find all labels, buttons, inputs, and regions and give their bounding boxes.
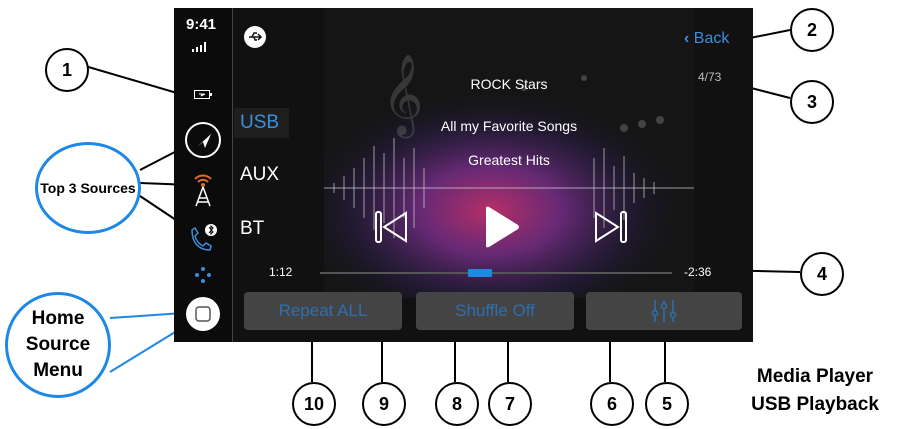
repeat-button[interactable]: Repeat ALL bbox=[244, 292, 402, 330]
signal-icon bbox=[192, 42, 206, 52]
callout-2: 2 bbox=[790, 8, 834, 52]
back-button[interactable]: ‹ Back bbox=[684, 30, 729, 48]
previous-track-icon[interactable] bbox=[372, 208, 410, 246]
caption-line-2: USB Playback bbox=[751, 394, 879, 415]
navigation-icon[interactable] bbox=[184, 121, 222, 159]
usb-icon bbox=[244, 26, 266, 48]
next-track-icon[interactable] bbox=[592, 208, 630, 246]
source-usb[interactable]: USB bbox=[234, 108, 290, 138]
track-artist: ROCK Stars bbox=[470, 76, 548, 92]
home-button-icon[interactable] bbox=[184, 295, 222, 333]
callout-3: 3 bbox=[790, 80, 834, 124]
source-bt[interactable]: BT bbox=[240, 218, 264, 240]
callout-10: 10 bbox=[292, 382, 336, 426]
equalizer-icon bbox=[651, 300, 677, 322]
play-icon[interactable] bbox=[480, 204, 522, 250]
elapsed-time: 1:12 bbox=[269, 265, 293, 279]
bluetooth-phone-icon[interactable] bbox=[184, 218, 222, 256]
track-album: Greatest Hits bbox=[468, 152, 550, 168]
progress-bar[interactable] bbox=[320, 269, 672, 277]
equalizer-button[interactable] bbox=[586, 292, 742, 330]
radio-tower-icon[interactable] bbox=[184, 170, 222, 208]
apps-dots-icon[interactable] bbox=[194, 266, 212, 284]
callout-1: 1 bbox=[45, 48, 89, 92]
top-3-sources-callout: Top 3 Sources bbox=[35, 142, 141, 234]
progress-thumb[interactable] bbox=[467, 269, 492, 277]
callout-8: 8 bbox=[435, 382, 479, 426]
status-time: 9:41 bbox=[186, 16, 217, 33]
caption-line-1: Media Player bbox=[756, 366, 874, 387]
source-aux[interactable]: AUX bbox=[240, 164, 279, 186]
remaining-time: -2:36 bbox=[684, 265, 712, 279]
track-count: 4/73 bbox=[698, 70, 722, 84]
shuffle-button[interactable]: Shuffle Off bbox=[416, 292, 574, 330]
status-sidebar: 9:41 bbox=[174, 8, 233, 342]
back-label: Back bbox=[693, 30, 730, 47]
battery-icon bbox=[194, 90, 212, 99]
callout-6: 6 bbox=[590, 382, 634, 426]
track-title: All my Favorite Songs bbox=[440, 118, 578, 134]
callout-4: 4 bbox=[800, 252, 844, 296]
head-unit-screen: 9:41 USB AUX BT 𝄞 ROCK Stars All my Favo… bbox=[174, 8, 753, 342]
chevron-left-icon: ‹ bbox=[684, 30, 690, 47]
callout-5: 5 bbox=[645, 382, 689, 426]
callout-7: 7 bbox=[488, 382, 532, 426]
home-source-menu-callout: Home Source Menu bbox=[5, 292, 111, 398]
callout-9: 9 bbox=[362, 382, 406, 426]
